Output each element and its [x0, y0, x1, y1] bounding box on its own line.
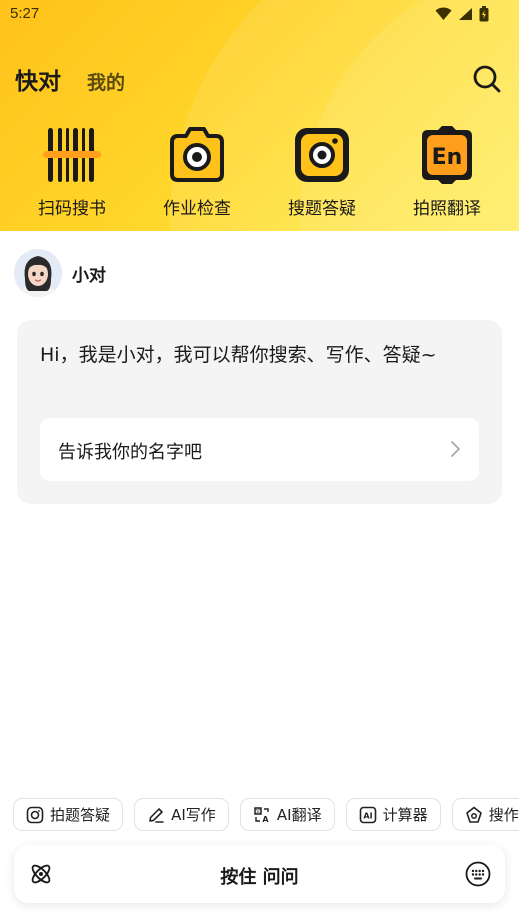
suggestion-button[interactable]: 告诉我你的名字吧 [40, 418, 479, 481]
chip-label: AI翻译 [276, 806, 322, 824]
suggestion-label: 告诉我你的名字吧 [58, 442, 202, 463]
barcode-icon [43, 128, 101, 182]
tool-label: 作业检查 [163, 199, 231, 219]
message-text: Hi，我是小对，我可以帮你搜索、写作、答疑~ [40, 344, 437, 366]
chip-ai-translate[interactable]: 文A AI翻译 [239, 798, 335, 831]
tool-search-question[interactable]: 搜题答疑 [267, 124, 377, 219]
keyboard-icon[interactable] [465, 861, 491, 887]
voice-input-bar[interactable]: 按住 问问 [14, 845, 505, 903]
signal-icon [459, 8, 472, 20]
assistant-header: 小对 [14, 249, 106, 297]
camera-square-icon [295, 128, 349, 182]
chip-calculator[interactable]: AI 计算器 [345, 798, 441, 831]
chip-label: 拍题答疑 [50, 806, 111, 824]
top-tabs: 快对 我的 [15, 62, 125, 96]
svg-text:A: A [262, 815, 269, 824]
battery-icon [479, 6, 489, 22]
girl-avatar [14, 249, 62, 297]
assistant-name: 小对 [72, 265, 106, 286]
status-time: 5:27 [10, 5, 40, 22]
svg-text:AI: AI [363, 811, 372, 820]
status-bar: 5:27 [0, 0, 519, 28]
tool-label: 拍照翻译 [413, 199, 481, 219]
chevron-right-icon [451, 441, 460, 457]
status-icons [435, 6, 489, 22]
tab-mine[interactable]: 我的 [87, 68, 125, 95]
tool-label: 搜题答疑 [288, 199, 356, 219]
tab-kuaidui[interactable]: 快对 [15, 62, 61, 96]
pen-icon [149, 807, 164, 823]
tool-homework-check[interactable]: 作业检查 [142, 124, 252, 219]
svg-text:En: En [432, 145, 463, 170]
chip-search-essay[interactable]: 搜作文 [451, 798, 519, 831]
tool-scan-book[interactable]: 扫码搜书 [17, 124, 127, 219]
camera-icon [170, 127, 224, 182]
quick-action-chips: 拍题答疑 AI写作 文A AI翻译 AI 计算器 搜作文 [13, 798, 519, 832]
tool-label: 扫码搜书 [38, 199, 106, 219]
message-bubble: Hi，我是小对，我可以帮你搜索、写作、答疑~ 告诉我你的名字吧 [17, 320, 502, 504]
chip-photo-question[interactable]: 拍题答疑 [13, 798, 124, 831]
assistant-avatar[interactable] [14, 249, 62, 297]
scan-camera-icon [26, 806, 44, 823]
svg-text:文: 文 [255, 807, 261, 815]
chip-label: 计算器 [382, 806, 428, 824]
translate-icon: 文A [254, 807, 269, 824]
search-essay-icon [465, 806, 482, 823]
chip-label: AI写作 [171, 806, 216, 824]
wifi-icon [435, 7, 452, 20]
ai-calculator-icon: AI [359, 806, 376, 823]
chip-ai-writing[interactable]: AI写作 [134, 798, 229, 831]
hold-to-ask-label[interactable]: 按住 问问 [14, 863, 505, 889]
search-icon[interactable] [472, 64, 502, 94]
chip-label: 搜作文 [488, 806, 519, 824]
en-translate-icon: En [422, 126, 472, 184]
tool-photo-translate[interactable]: En 拍照翻译 [392, 124, 502, 219]
